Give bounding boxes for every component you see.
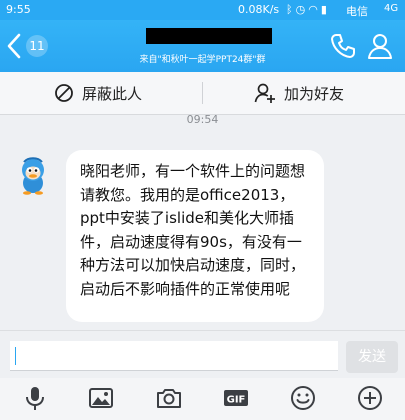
- status-network: 4G: [384, 3, 399, 14]
- svg-text:GIF: GIF: [227, 395, 246, 406]
- person-icon: [368, 34, 392, 59]
- block-icon: [55, 84, 73, 102]
- microphone-icon: [26, 387, 44, 410]
- action-bar: 屏蔽此人 加为好友: [0, 72, 405, 115]
- message-input[interactable]: [10, 341, 338, 371]
- emoji-button[interactable]: [289, 384, 317, 412]
- status-bar: 9:55 0.08K/s ᛒ◷◠▮ 电信 4G: [0, 0, 405, 20]
- message-bubble[interactable]: 晓阳老师，有一个软件上的问题想请教您。我用的是office2013，ppt中安装…: [66, 150, 324, 322]
- status-carrier: 电信: [346, 5, 368, 18]
- profile-button[interactable]: [366, 32, 394, 60]
- plus-circle-icon: [358, 386, 382, 410]
- text-cursor: [15, 347, 16, 365]
- more-button[interactable]: [356, 384, 384, 412]
- avatar[interactable]: [12, 153, 54, 195]
- penguin-avatar-icon: [22, 157, 44, 195]
- image-icon: [89, 388, 113, 408]
- status-time: 9:55: [6, 3, 31, 16]
- smiley-icon: [291, 386, 315, 410]
- gif-icon: GIF: [224, 390, 248, 406]
- send-button[interactable]: 发送: [346, 341, 398, 373]
- camera-button[interactable]: [155, 384, 183, 412]
- add-friend-button[interactable]: 加为好友: [254, 72, 344, 114]
- status-speed: 0.08K/s: [238, 3, 280, 16]
- bluetooth-icon: ᛒ: [286, 3, 296, 16]
- add-person-icon: [254, 83, 275, 103]
- gif-button[interactable]: GIF: [222, 384, 250, 412]
- wifi-icon: ◠: [308, 3, 321, 16]
- clock-icon: ◷: [295, 3, 309, 16]
- add-friend-label: 加为好友: [284, 84, 345, 103]
- block-user-button[interactable]: 屏蔽此人: [54, 72, 142, 114]
- title-bar: 11 来自"和秋叶一起学PPT24群"群: [0, 20, 405, 72]
- photo-button[interactable]: [87, 384, 115, 412]
- camera-icon: [157, 389, 181, 408]
- redacted-chat-name: [146, 28, 272, 44]
- action-divider: [202, 82, 203, 104]
- phone-icon: [331, 34, 355, 58]
- status-icons: ᛒ◷◠▮: [286, 3, 330, 16]
- input-row: 发送: [0, 330, 405, 379]
- input-toolbar: GIF: [0, 378, 405, 420]
- message-timestamp: 09:54: [186, 113, 219, 126]
- battery-icon: ▮: [320, 3, 330, 16]
- call-button[interactable]: [329, 32, 357, 60]
- block-user-label: 屏蔽此人: [82, 84, 143, 103]
- voice-button[interactable]: [21, 384, 49, 412]
